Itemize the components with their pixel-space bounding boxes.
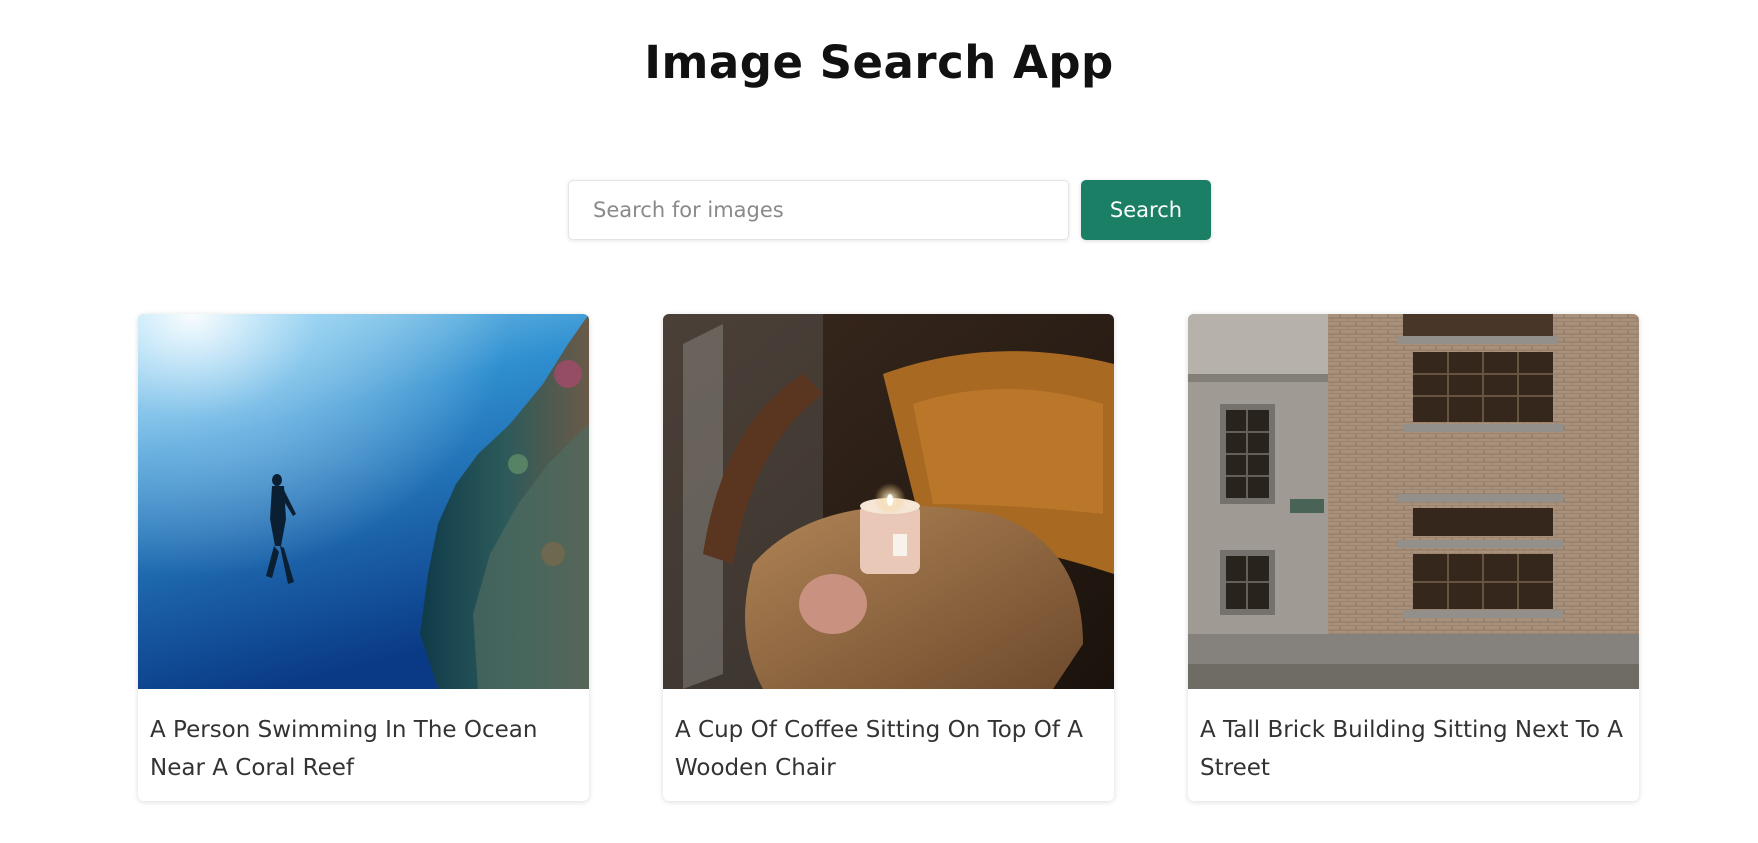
page-title: Image Search App [644,36,1114,89]
results-grid: A Person Swimming In The Ocean Near A Co… [138,314,1639,801]
image-card[interactable]: A Tall Brick Building Sitting Next To A … [1188,314,1639,801]
result-image-chair[interactable] [663,314,1114,689]
image-caption: A Tall Brick Building Sitting Next To A … [1200,717,1624,781]
image-card[interactable]: A Cup Of Coffee Sitting On Top Of A Wood… [663,314,1114,801]
result-image-building[interactable] [1188,314,1639,689]
result-image-ocean[interactable] [138,314,589,689]
search-form: Search [568,180,1211,240]
image-caption: A Person Swimming In The Ocean Near A Co… [150,717,538,781]
search-button[interactable]: Search [1081,180,1211,240]
image-search-page: Image Search App Search for images Searc… [0,0,1758,843]
search-input[interactable] [568,180,1069,240]
image-caption: A Cup Of Coffee Sitting On Top Of A Wood… [675,717,1083,781]
image-card[interactable]: A Person Swimming In The Ocean Near A Co… [138,314,589,801]
